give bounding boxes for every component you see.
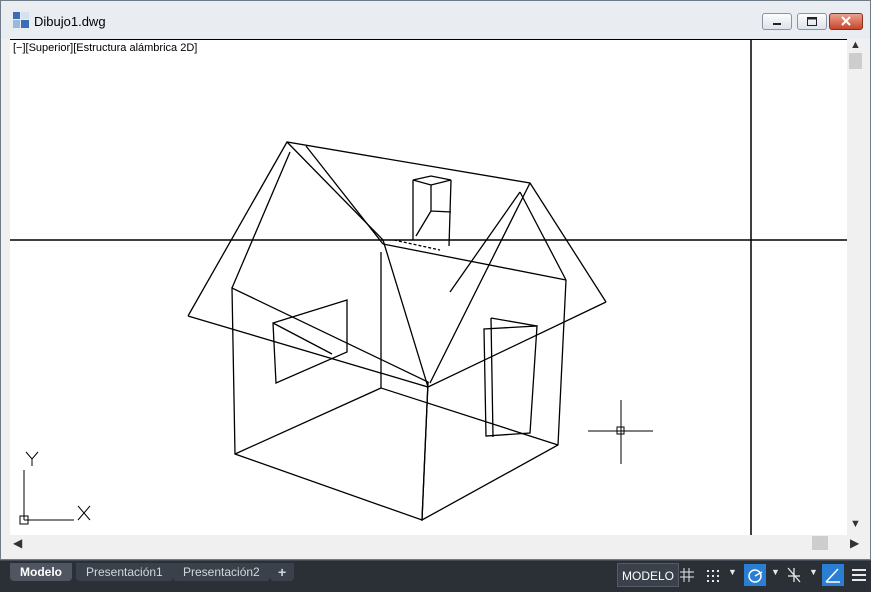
model-space-button[interactable]: MODELO: [617, 563, 680, 587]
vertical-scrollbar[interactable]: ▲ ▼: [847, 39, 864, 535]
house-wireframe-drawing[interactable]: [10, 40, 847, 536]
chimney-base: [393, 239, 441, 251]
autocad-drawing-icon: [13, 12, 29, 28]
door-panel: [490, 317, 538, 438]
roof-gable-right-outer: [429, 182, 531, 384]
minimize-button[interactable]: [762, 13, 792, 30]
vertical-scroll-thumb[interactable]: [849, 53, 862, 69]
status-bar: Modelo Presentación1 Presentación2 + MOD…: [0, 560, 871, 592]
title-bar[interactable]: Dibujo1.dwg: [1, 1, 870, 39]
roof-ridge-inner-left: [305, 145, 384, 245]
chimney-body: [412, 179, 452, 247]
chimney-top: [412, 175, 452, 186]
polar-dropdown-icon[interactable]: ▼: [771, 567, 780, 577]
close-icon: [841, 16, 851, 26]
roof-gable-left: [286, 141, 429, 388]
scroll-down-icon[interactable]: ▼: [850, 518, 861, 530]
polar-tracking-icon[interactable]: [744, 564, 766, 586]
ucs-icon: [19, 451, 91, 525]
isodraft-icon[interactable]: [784, 564, 804, 586]
scroll-up-icon[interactable]: ▲: [850, 39, 861, 51]
pickbox-cursor: [588, 400, 653, 464]
horizontal-scrollbar[interactable]: ◀ ▶: [10, 535, 864, 552]
close-button[interactable]: [829, 13, 863, 30]
ortho-icon[interactable]: [822, 564, 844, 586]
front-wall: [231, 286, 429, 521]
scroll-left-icon[interactable]: ◀: [13, 536, 22, 550]
tab-modelo[interactable]: Modelo: [10, 563, 72, 581]
minimize-icon: [773, 23, 781, 25]
maximize-button[interactable]: [797, 13, 827, 30]
drawing-window: Dibujo1.dwg [−][Superior][Estructura alá…: [0, 0, 871, 560]
back-base: [234, 387, 559, 455]
tab-presentacion2[interactable]: Presentación2: [173, 563, 270, 581]
customize-menu-icon[interactable]: [849, 564, 869, 586]
scroll-right-icon[interactable]: ▶: [850, 536, 859, 550]
snap-icon[interactable]: [703, 564, 723, 586]
maximize-icon: [807, 17, 817, 26]
grid-icon[interactable]: [678, 564, 698, 586]
cursor-crosshair: [10, 40, 847, 536]
roof-ridge: [382, 243, 567, 281]
window-title: Dibujo1.dwg: [34, 14, 106, 29]
horizontal-scroll-thumb[interactable]: [812, 536, 828, 550]
roof-eave: [187, 301, 607, 388]
roof-gable-inner-left: [231, 151, 291, 289]
tab-presentacion1[interactable]: Presentación1: [76, 563, 173, 581]
side-wall: [421, 279, 567, 522]
snap-dropdown-icon[interactable]: ▼: [728, 567, 737, 577]
drawing-canvas[interactable]: [−][Superior][Estructura alámbrica 2D]: [10, 39, 847, 536]
add-layout-button[interactable]: +: [270, 563, 295, 581]
isodraft-dropdown-icon[interactable]: ▼: [809, 567, 818, 577]
roof-outline: [187, 141, 607, 317]
